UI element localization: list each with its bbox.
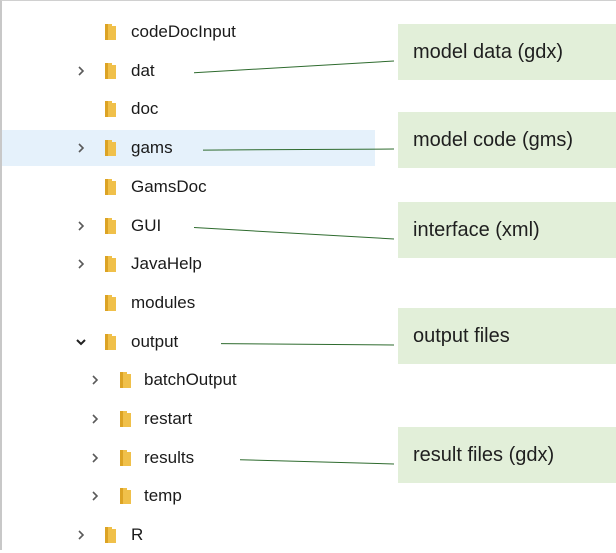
callout-output: output files xyxy=(398,308,616,364)
connector-line-output xyxy=(220,343,395,346)
callout-dat: model data (gdx) xyxy=(398,24,616,80)
callout-text: result files (gdx) xyxy=(413,443,555,466)
callout-results: result files (gdx) xyxy=(398,427,616,483)
connector-line-gams xyxy=(202,148,395,151)
callout-gams: model code (gms) xyxy=(398,112,616,168)
callout-gui: interface (xml) xyxy=(398,202,616,258)
callout-text: model data (gdx) xyxy=(413,40,564,63)
callout-text: model code (gms) xyxy=(413,128,574,151)
connector-line-gui xyxy=(193,227,395,240)
callout-text: interface (xml) xyxy=(413,218,540,241)
connector-line-dat xyxy=(193,60,395,74)
connector-line-results xyxy=(239,459,395,465)
callout-text: output files xyxy=(413,324,510,347)
